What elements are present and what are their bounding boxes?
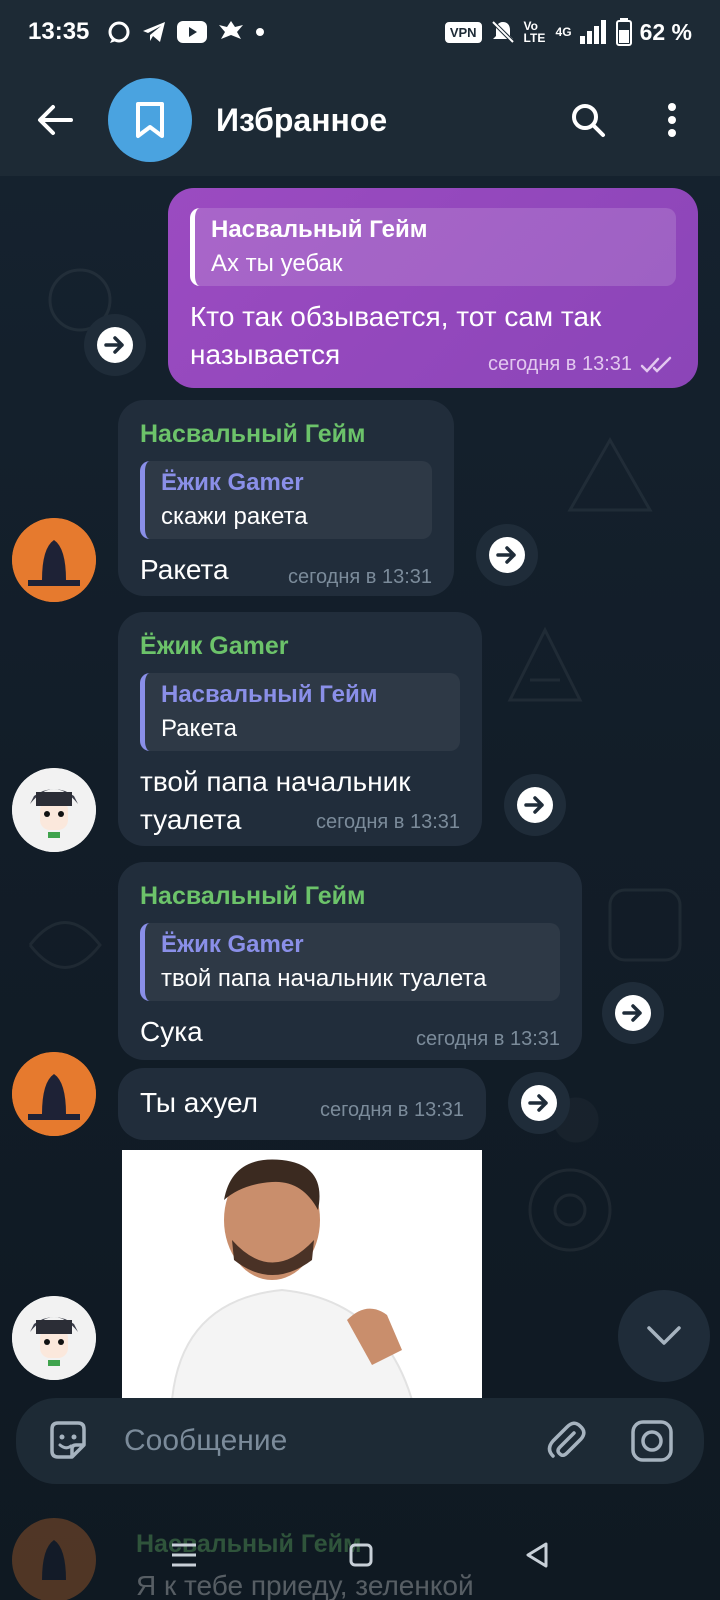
back-nav-button[interactable] — [524, 1541, 550, 1574]
search-icon — [572, 104, 605, 137]
reply-quote-text: скажи ракета — [161, 503, 308, 530]
telegram-icon — [143, 22, 166, 42]
reply-sender-name: Ёжик Gamer — [161, 469, 304, 496]
anime-character-avatar-icon — [12, 768, 96, 852]
hooded-figure-avatar-icon — [12, 518, 96, 602]
message-text: Ракета — [140, 554, 229, 585]
hooded-figure-avatar-icon — [12, 1052, 96, 1136]
doodle-icon — [528, 1168, 612, 1252]
home-square-icon — [349, 1543, 373, 1566]
reply-quote[interactable]: Насвальный Гейм Ракета — [140, 673, 460, 751]
more-options-button[interactable] — [644, 92, 700, 148]
forward-button[interactable] — [508, 1072, 570, 1134]
signal-icon — [579, 20, 606, 44]
saved-messages-avatar[interactable] — [108, 78, 192, 162]
reply-quote-text: твой папа начальник туалета — [161, 965, 487, 992]
doodle-icon — [28, 921, 102, 969]
doodle-icon — [608, 888, 682, 962]
kebab-menu-icon — [668, 103, 676, 137]
message-bubble-incoming[interactable]: Ёжик Gamer Насвальный Гейм Ракета твой п… — [118, 612, 482, 846]
camera-video-message-button[interactable] — [624, 1413, 680, 1469]
home-button[interactable] — [348, 1542, 374, 1573]
reply-sender-name: Насвальный Гейм — [211, 216, 428, 243]
sticker-icon — [50, 1421, 86, 1459]
reply-sender-name: Насвальный Гейм — [161, 681, 378, 708]
message-text: Ты ахуел — [140, 1087, 259, 1118]
paperclip-icon — [547, 1421, 586, 1458]
avatar[interactable] — [12, 1052, 96, 1136]
message-sender-name[interactable]: Насвальный Гейм — [140, 882, 560, 911]
back-button[interactable] — [20, 85, 90, 155]
forward-button[interactable] — [476, 524, 538, 586]
avatar[interactable] — [12, 768, 96, 852]
system-icons: VPN Vo LTE 4G 62 % — [444, 18, 692, 46]
attach-button[interactable] — [538, 1413, 594, 1469]
avatar[interactable] — [12, 1296, 96, 1380]
vpn-badge: VPN — [444, 21, 482, 43]
reply-sender-name: Ёжик Gamer — [161, 931, 304, 958]
youtube-icon — [177, 21, 208, 43]
arrow-right-icon — [524, 796, 544, 814]
message-bubble-incoming[interactable]: Насвальный Гейм Ёжик Gamer твой папа нач… — [118, 862, 582, 1060]
chat-title[interactable]: Избранное — [216, 102, 387, 139]
search-button[interactable] — [560, 92, 616, 148]
forward-button[interactable] — [602, 982, 664, 1044]
scroll-to-bottom-button[interactable] — [618, 1290, 710, 1382]
message-bubble-incoming[interactable]: Ты ахуел сегодня в 13:31 — [118, 1068, 486, 1140]
man-pointing-photo — [122, 1150, 482, 1400]
doodle-icon — [507, 626, 583, 702]
arrow-right-icon — [496, 546, 516, 564]
reply-quote[interactable]: Ёжик Gamer твой папа начальник туалета — [140, 923, 560, 1001]
photo-message[interactable] — [122, 1150, 482, 1400]
message-text: Сука — [140, 1016, 203, 1047]
more-notifications-dot-icon — [256, 28, 265, 36]
battery-icon — [615, 18, 632, 46]
message-sender-name[interactable]: Насвальный Гейм — [140, 420, 432, 449]
arrow-right-icon — [622, 1004, 642, 1022]
message-time: сегодня в 13:31 — [320, 1099, 464, 1121]
status-bar: 13:35 VPN Vo LTE 4G 62 % — [0, 0, 720, 64]
bookmark-icon — [136, 102, 164, 138]
arrow-left-icon — [38, 105, 73, 135]
sticker-button[interactable] — [40, 1413, 96, 1469]
message-time: сегодня в 13:31 — [416, 1028, 560, 1050]
menu-lines-icon — [172, 1543, 196, 1566]
eagle-icon — [219, 21, 244, 39]
chat-header: Избранное — [0, 64, 720, 176]
message-sender-name[interactable]: Ёжик Gamer — [140, 632, 460, 661]
double-check-icon — [640, 356, 672, 373]
volte-label: Vo LTE — [523, 19, 546, 45]
avatar[interactable] — [12, 518, 96, 602]
chevron-down-icon — [647, 1326, 681, 1345]
reply-quote-text: Ракета — [161, 715, 237, 742]
reply-quote[interactable]: Ёжик Gamer скажи ракета — [140, 461, 432, 539]
recent-apps-button[interactable] — [170, 1542, 198, 1573]
notification-icons — [107, 19, 265, 45]
message-composer: Сообщение — [16, 1398, 704, 1484]
battery-percent: 62 % — [639, 18, 692, 45]
message-input[interactable]: Сообщение — [124, 1424, 287, 1458]
message-time: сегодня в 13:31 — [488, 353, 632, 375]
message-bubble-incoming[interactable]: Насвальный Гейм Ёжик Gamer скажи ракета … — [118, 400, 454, 596]
chat-bubble-icon — [108, 21, 130, 43]
forward-button[interactable] — [504, 774, 566, 836]
anime-character-avatar-icon — [12, 1296, 96, 1380]
doodle-icon — [567, 436, 653, 512]
triangle-back-icon — [526, 1542, 548, 1567]
message-time: сегодня в 13:31 — [288, 566, 432, 588]
arrow-right-icon — [104, 336, 124, 354]
network-type-label: 4G — [555, 25, 572, 39]
system-navigation-bar — [0, 1522, 720, 1592]
forward-button[interactable] — [84, 314, 146, 376]
reply-quote-text: Ах ты уебак — [211, 250, 343, 277]
status-time: 13:35 — [28, 18, 90, 45]
arrow-right-icon — [528, 1094, 548, 1112]
mute-bell-icon — [491, 20, 514, 44]
message-time: сегодня в 13:31 — [316, 811, 460, 833]
message-bubble-outgoing[interactable]: Насвальный Гейм Ах ты уебак Кто так обзы… — [168, 188, 698, 388]
camera-icon — [631, 1420, 673, 1462]
reply-quote[interactable]: Насвальный Гейм Ах ты уебак — [190, 208, 676, 286]
